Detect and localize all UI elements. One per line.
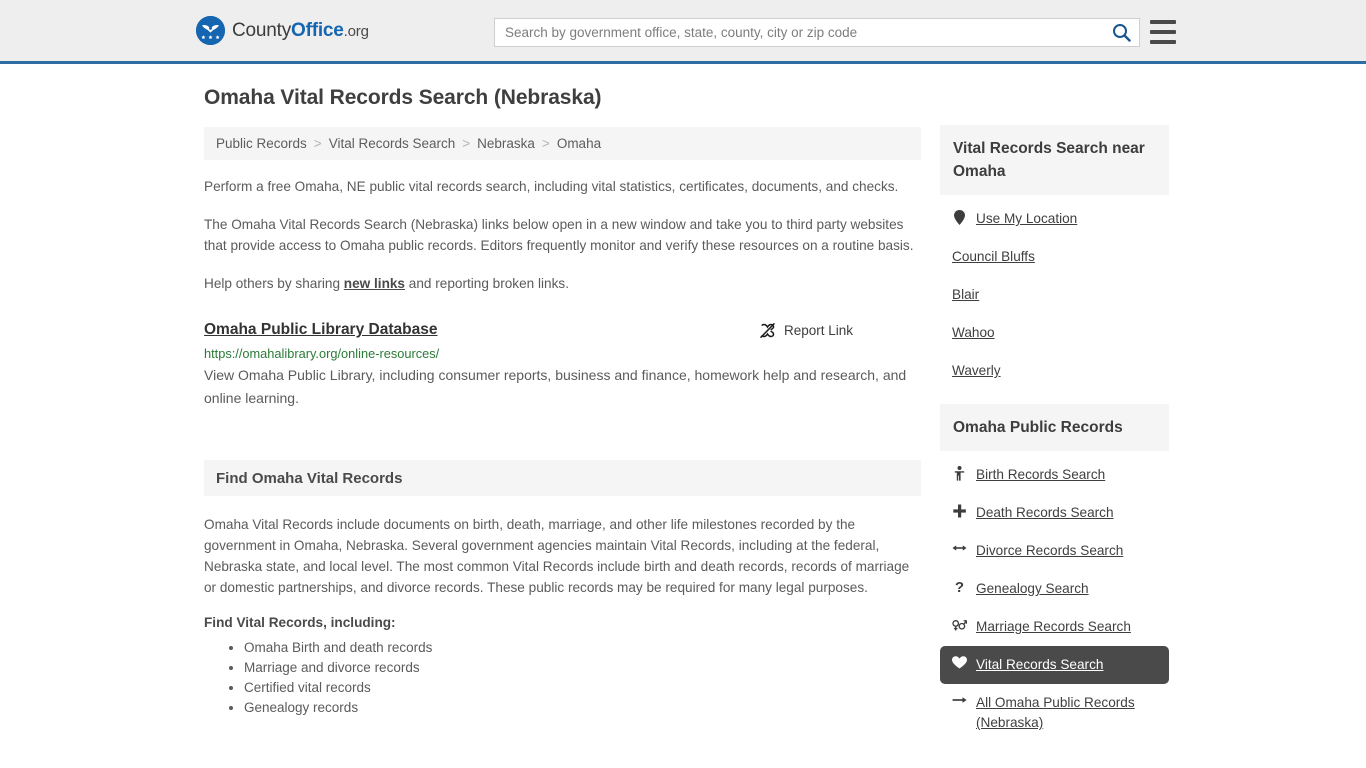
sidebar-item-council-bluffs[interactable]: Council Bluffs	[940, 238, 1169, 276]
cross-icon	[952, 504, 967, 518]
hamburger-menu-icon[interactable]	[1150, 20, 1176, 44]
search-input[interactable]	[495, 19, 1103, 46]
sidebar-public-records-header: Omaha Public Records	[940, 404, 1169, 451]
eagle-seal-icon	[196, 16, 225, 45]
logo-wordmark: CountyOffice.org	[232, 20, 369, 42]
logo-text-office: Office	[291, 19, 344, 41]
sidebar-item-label[interactable]: Waverly	[952, 361, 1001, 381]
sidebar-public-records-heading: Omaha Public Records	[953, 419, 1123, 436]
question-mark-icon: ?	[954, 579, 965, 596]
broken-link-icon	[760, 322, 775, 338]
list-heading: Find Vital Records, including:	[204, 615, 396, 630]
heart-icon	[952, 656, 967, 669]
sidebar-item-marriage-records-search[interactable]: Marriage Records Search	[940, 608, 1169, 646]
sidebar-item-use-my-location[interactable]: Use My Location	[940, 200, 1169, 238]
sidebar-item-label[interactable]: Death Records Search	[976, 503, 1114, 523]
hamburger-bar-2	[1150, 30, 1176, 34]
list-item: Certified vital records	[244, 678, 916, 698]
breadcrumb-item-omaha[interactable]: Omaha	[557, 136, 601, 151]
search-button[interactable]	[1103, 19, 1139, 46]
section-header: Find Omaha Vital Records	[204, 460, 921, 496]
breadcrumb-item-public-records[interactable]: Public Records	[216, 136, 307, 151]
result-description: View Omaha Public Library, including con…	[204, 367, 907, 406]
new-links-link[interactable]: new links	[344, 276, 405, 291]
sidebar-item-birth-records-search[interactable]: Birth Records Search	[940, 456, 1169, 494]
site-logo[interactable]: CountyOffice.org	[196, 16, 369, 45]
main-content: Omaha Vital Records Search (Nebraska) Pu…	[204, 86, 921, 718]
breadcrumb-separator: >	[313, 136, 322, 151]
breadcrumb-separator: >	[462, 136, 471, 151]
sidebar-item-label[interactable]: Genealogy Search	[976, 579, 1089, 599]
sidebar-item-all-omaha-public-records[interactable]: All Omaha Public Records (Nebraska)	[940, 684, 1169, 742]
site-header: CountyOffice.org	[0, 0, 1366, 64]
logo-text-county: County	[232, 19, 292, 41]
disclaimer-paragraph: The Omaha Vital Records Search (Nebraska…	[204, 217, 914, 253]
sidebar-item-genealogy-search[interactable]: ? Genealogy Search	[940, 570, 1169, 608]
help-prefix: Help others by sharing	[204, 276, 344, 291]
page-title: Omaha Vital Records Search (Nebraska)	[204, 86, 602, 109]
breadcrumb-item-nebraska[interactable]: Nebraska	[477, 136, 535, 151]
gender-symbols-icon	[952, 618, 967, 632]
sidebar-nearby-heading: Vital Records Search near Omaha	[953, 140, 1145, 180]
sidebar-item-label[interactable]: Blair	[952, 285, 979, 305]
sidebar-nearby-header: Vital Records Search near Omaha	[940, 125, 1169, 195]
sidebar-item-label[interactable]: All Omaha Public Records (Nebraska)	[976, 693, 1157, 733]
section-body-paragraph: Omaha Vital Records include documents on…	[204, 517, 910, 595]
arrow-right-icon	[952, 694, 967, 706]
two-way-arrow-icon	[952, 542, 967, 554]
sidebar-item-wahoo[interactable]: Wahoo	[940, 314, 1169, 352]
help-paragraph: Help others by sharing new links and rep…	[204, 273, 916, 294]
report-link-button[interactable]: Report Link	[759, 322, 853, 339]
logo-text-tld: .org	[343, 22, 369, 40]
hamburger-bar-1	[1150, 20, 1176, 24]
hamburger-bar-3	[1150, 40, 1176, 44]
sidebar-item-label[interactable]: Wahoo	[952, 323, 995, 343]
result-item: Omaha Public Library Database Report Lin…	[204, 321, 916, 410]
map-pin-icon	[952, 210, 967, 225]
list-item: Marriage and divorce records	[244, 658, 916, 678]
sidebar-item-blair[interactable]: Blair	[940, 276, 1169, 314]
result-url: https://omahalibrary.org/online-resource…	[204, 346, 440, 361]
list-item: Omaha Birth and death records	[244, 638, 916, 658]
breadcrumb-item-vital-records-search[interactable]: Vital Records Search	[329, 136, 456, 151]
sidebar-item-label[interactable]: Divorce Records Search	[976, 541, 1123, 561]
sidebar-item-label[interactable]: Use My Location	[976, 209, 1077, 229]
sidebar-item-label[interactable]: Birth Records Search	[976, 465, 1105, 485]
list-item: Genealogy records	[244, 698, 916, 718]
baby-icon	[952, 466, 967, 481]
intro-paragraph: Perform a free Omaha, NE public vital re…	[204, 179, 899, 194]
section-heading-text: Find Omaha Vital Records	[216, 469, 403, 487]
sidebar-item-waverly[interactable]: Waverly	[940, 352, 1169, 390]
sidebar-item-label[interactable]: Council Bluffs	[952, 247, 1035, 267]
result-title-link[interactable]: Omaha Public Library Database	[204, 321, 437, 339]
sidebar: Vital Records Search near Omaha Use My L…	[940, 125, 1169, 742]
search-bar[interactable]	[494, 18, 1140, 47]
sidebar-item-label[interactable]: Marriage Records Search	[976, 617, 1131, 637]
search-icon	[1112, 24, 1131, 42]
help-suffix: and reporting broken links.	[405, 276, 569, 291]
sidebar-item-label[interactable]: Vital Records Search	[976, 655, 1103, 675]
breadcrumb-separator: >	[541, 136, 550, 151]
report-link-label: Report Link	[783, 322, 853, 338]
result-header-row: Omaha Public Library Database Report Lin…	[204, 321, 921, 339]
sidebar-public-records-list: Birth Records Search Death Records Searc…	[940, 456, 1169, 742]
sidebar-item-death-records-search[interactable]: Death Records Search	[940, 494, 1169, 532]
breadcrumb: Public Records > Vital Records Search > …	[204, 127, 921, 160]
sidebar-item-vital-records-search[interactable]: Vital Records Search	[940, 646, 1169, 684]
vital-records-list: Omaha Birth and death records Marriage a…	[204, 638, 916, 718]
sidebar-item-divorce-records-search[interactable]: Divorce Records Search	[940, 532, 1169, 570]
sidebar-nearby-list: Use My Location Council Bluffs Blair Wah…	[940, 200, 1169, 390]
